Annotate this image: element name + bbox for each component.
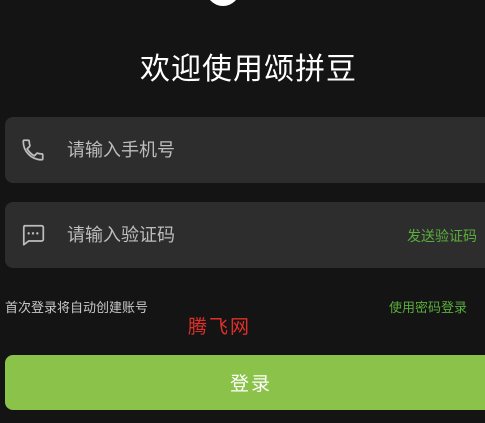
app-logo (206, 0, 240, 6)
login-screen: 欢迎使用颂拼豆 发送验证码 首次登录将自动创建账号 使用密码登录 腾飞网 登录 (0, 0, 485, 423)
password-login-link[interactable]: 使用密码登录 (389, 297, 467, 316)
phone-icon (20, 137, 46, 163)
message-icon (20, 222, 46, 248)
code-input[interactable] (67, 220, 367, 250)
first-login-hint: 首次登录将自动创建账号 (5, 301, 149, 316)
page-title: 欢迎使用颂拼豆 (140, 52, 357, 87)
phone-input[interactable] (67, 135, 367, 165)
watermark: 腾飞网 (188, 316, 252, 338)
code-field[interactable]: 发送验证码 (5, 202, 485, 268)
login-button[interactable]: 登录 (5, 355, 485, 410)
phone-field[interactable] (5, 117, 485, 183)
send-code-button[interactable]: 发送验证码 (407, 226, 477, 246)
